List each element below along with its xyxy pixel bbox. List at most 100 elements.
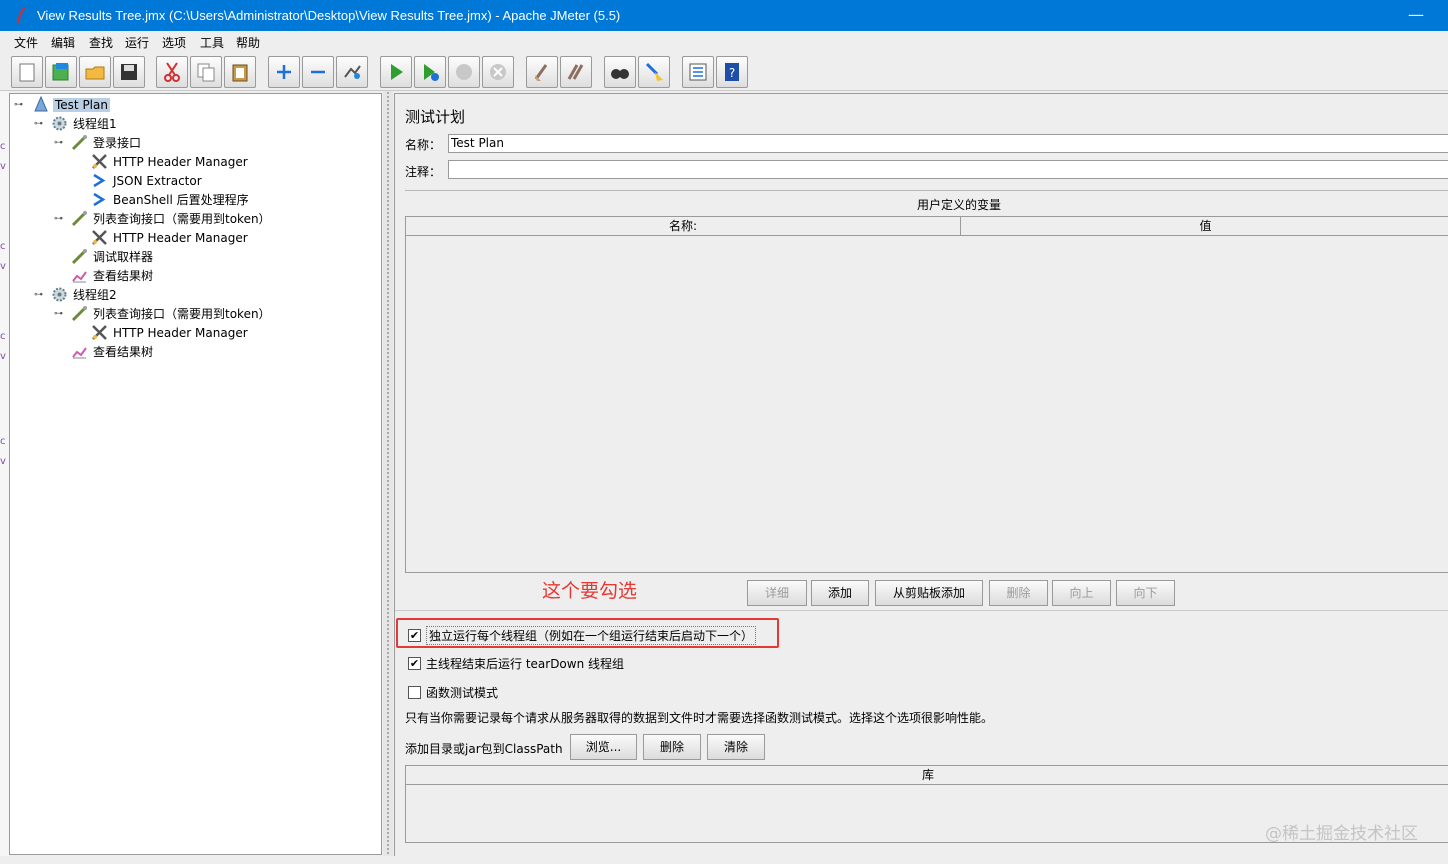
- tree-node-http-header-manager-1[interactable]: HTTP Header Manager: [90, 152, 250, 171]
- save-button[interactable]: [113, 56, 145, 88]
- postprocessor-icon: [90, 191, 108, 209]
- delete-button[interactable]: 删除: [989, 580, 1048, 606]
- toggle-icon: [344, 65, 361, 79]
- test-plan-tree[interactable]: ⊶ Test Plan ⊶ 线程组1 ⊶ 登录接口 HTTP Header Ma…: [9, 93, 382, 855]
- test-plan-icon: [32, 96, 50, 114]
- teardown-on-shutdown-checkbox[interactable]: ✔ 主线程结束后运行 tearDown 线程组: [408, 655, 624, 672]
- save-icon: [121, 64, 137, 80]
- cut-button[interactable]: [156, 56, 188, 88]
- tree-node-results-tree-1[interactable]: 查看结果树: [70, 266, 155, 285]
- sampler-icon: [70, 248, 88, 266]
- search-button[interactable]: [604, 56, 636, 88]
- tree-node-results-tree-2[interactable]: 查看结果树: [70, 342, 155, 361]
- cut-icon: [164, 62, 180, 82]
- tree-node-test-plan[interactable]: ⊶ Test Plan: [14, 95, 110, 114]
- config-icon: [90, 324, 108, 342]
- menu-options[interactable]: 选项: [162, 34, 186, 51]
- tree-handle-icon[interactable]: ⊶: [54, 214, 64, 224]
- name-field[interactable]: Test Plan: [448, 134, 1448, 153]
- title-bar: View Results Tree.jmx (C:\Users\Administ…: [0, 0, 1448, 31]
- menu-tools[interactable]: 工具: [200, 34, 224, 51]
- function-helper-button[interactable]: [682, 56, 714, 88]
- test-plan-panel: 测试计划 名称： Test Plan 注释： 用户定义的变量 名称: 值 这个要…: [394, 93, 1448, 857]
- shutdown-button[interactable]: [482, 56, 514, 88]
- details-button[interactable]: 详细: [747, 580, 807, 606]
- user-variables-table[interactable]: 名称: 值: [405, 216, 1448, 573]
- divider: [405, 190, 1448, 191]
- jmeter-feather-icon: [17, 7, 26, 23]
- help-button[interactable]: ?: [716, 56, 748, 88]
- move-down-button[interactable]: 向下: [1116, 580, 1175, 606]
- menu-file[interactable]: 文件: [14, 34, 38, 51]
- templates-icon: [52, 63, 69, 81]
- menu-edit[interactable]: 编辑: [51, 34, 75, 51]
- paste-button[interactable]: [224, 56, 256, 88]
- start-no-pause-icon: [424, 64, 439, 81]
- clear-icon: [534, 64, 548, 81]
- open-button[interactable]: [79, 56, 111, 88]
- copy-button[interactable]: [190, 56, 222, 88]
- menu-help[interactable]: 帮助: [236, 34, 260, 51]
- new-button[interactable]: [11, 56, 43, 88]
- start-button[interactable]: [380, 56, 412, 88]
- tree-node-list-query-sampler-1[interactable]: ⊶ 列表查询接口（需要用到token）: [54, 209, 273, 228]
- tree-node-debug-sampler[interactable]: 调试取样器: [70, 247, 155, 266]
- menu-run[interactable]: 运行: [125, 34, 149, 51]
- minimize-button[interactable]: —: [1408, 6, 1424, 24]
- menu-search[interactable]: 查找: [89, 34, 113, 51]
- classpath-delete-button[interactable]: 删除: [643, 734, 701, 760]
- browse-button[interactable]: 浏览...: [570, 734, 637, 760]
- tree-handle-icon[interactable]: ⊶: [14, 100, 24, 110]
- stop-button[interactable]: [448, 56, 480, 88]
- column-header-library[interactable]: 库: [406, 766, 1448, 785]
- thread-group-icon: [50, 286, 68, 304]
- watermark: @稀土掘金技术社区: [1265, 824, 1418, 844]
- menu-bar: 文件 编辑 查找 运行 选项 工具 帮助: [0, 31, 1448, 53]
- stop-icon: [456, 64, 472, 80]
- split-pane-divider[interactable]: [383, 91, 393, 864]
- reset-search-button[interactable]: [638, 56, 670, 88]
- clear-all-button[interactable]: [560, 56, 592, 88]
- status-strip: [0, 856, 1448, 864]
- function-helper-icon: [689, 63, 707, 81]
- tree-handle-icon[interactable]: ⊶: [54, 138, 64, 148]
- tree-node-json-extractor[interactable]: JSON Extractor: [90, 171, 204, 190]
- start-no-pause-button[interactable]: [414, 56, 446, 88]
- page-title: 测试计划: [405, 108, 466, 126]
- tree-node-list-query-sampler-2[interactable]: ⊶ 列表查询接口（需要用到token）: [54, 304, 273, 323]
- checkbox-checked-icon[interactable]: ✔: [408, 657, 421, 670]
- clear-button[interactable]: [526, 56, 558, 88]
- annotation-note: 这个要勾选: [542, 580, 638, 602]
- templates-button[interactable]: [45, 56, 77, 88]
- config-icon: [90, 153, 108, 171]
- start-icon: [391, 64, 403, 80]
- classpath-clear-button[interactable]: 清除: [707, 734, 765, 760]
- clear-all-icon: [567, 64, 584, 80]
- functional-mode-checkbox[interactable]: 函数测试模式: [408, 684, 498, 701]
- collapse-button[interactable]: [302, 56, 334, 88]
- tree-handle-icon[interactable]: ⊶: [34, 119, 44, 129]
- comment-label: 注释：: [405, 165, 442, 179]
- column-header-value[interactable]: 值: [961, 217, 1448, 236]
- sampler-icon: [70, 305, 88, 323]
- tree-handle-icon[interactable]: ⊶: [54, 309, 64, 319]
- tree-handle-icon[interactable]: ⊶: [34, 290, 44, 300]
- postprocessor-icon: [90, 172, 108, 190]
- svg-text:?: ?: [729, 66, 735, 80]
- toggle-button[interactable]: [336, 56, 368, 88]
- column-header-name[interactable]: 名称:: [406, 217, 961, 236]
- tree-node-http-header-manager-3[interactable]: HTTP Header Manager: [90, 323, 250, 342]
- add-button[interactable]: 添加: [811, 580, 869, 606]
- tree-node-http-header-manager-2[interactable]: HTTP Header Manager: [90, 228, 250, 247]
- checkbox-unchecked-icon[interactable]: [408, 686, 421, 699]
- add-from-clipboard-button[interactable]: 从剪贴板添加: [875, 580, 983, 606]
- tree-node-beanshell-postprocessor[interactable]: BeanShell 后置处理程序: [90, 190, 251, 209]
- functional-mode-note: 只有当你需要记录每个请求从服务器取得的数据到文件时才需要选择函数测试模式。选择这…: [405, 711, 994, 725]
- tree-node-thread-group-2[interactable]: ⊶ 线程组2: [34, 285, 119, 304]
- tree-node-thread-group-1[interactable]: ⊶ 线程组1: [34, 114, 119, 133]
- tree-node-login-sampler[interactable]: ⊶ 登录接口: [54, 133, 143, 152]
- move-up-button[interactable]: 向上: [1052, 580, 1111, 606]
- help-icon: ?: [725, 63, 739, 81]
- comment-field[interactable]: [448, 160, 1448, 179]
- expand-button[interactable]: [268, 56, 300, 88]
